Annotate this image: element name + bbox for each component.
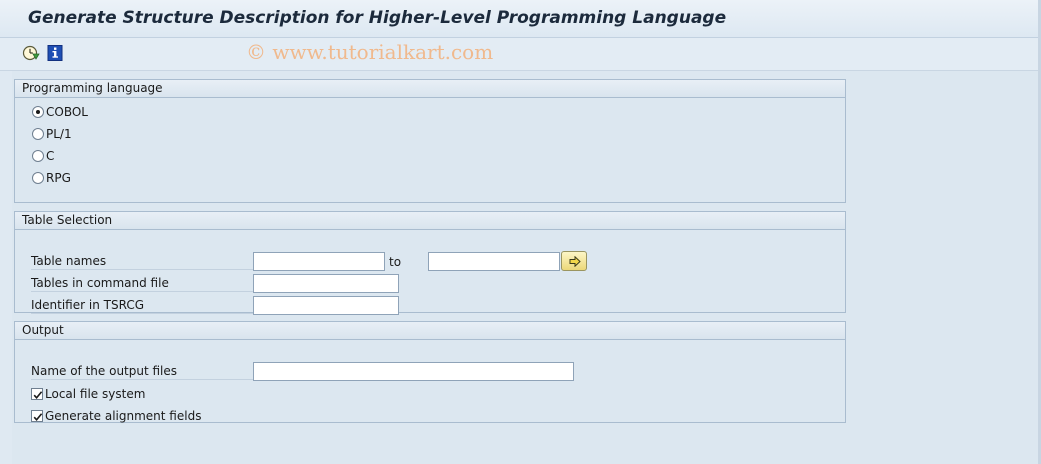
output-group: Output Name of the output files Local fi… xyxy=(14,321,846,423)
checkbox-checked[interactable] xyxy=(31,410,43,422)
local-file-system-checkbox[interactable]: Local file system xyxy=(31,385,145,403)
radio-c[interactable]: C xyxy=(32,147,54,165)
checkmark-icon xyxy=(33,413,43,422)
title-bar: Generate Structure Description for Highe… xyxy=(0,0,1041,38)
to-label: to xyxy=(389,255,402,269)
arrow-right-icon xyxy=(569,256,581,267)
radio-pl1[interactable]: PL/1 xyxy=(32,125,72,143)
output-files-input[interactable] xyxy=(253,362,574,381)
info-icon[interactable] xyxy=(46,44,64,62)
checkbox-label: Generate alignment fields xyxy=(45,409,202,423)
radio-label: PL/1 xyxy=(46,127,72,141)
table-selection-heading: Table Selection xyxy=(15,212,845,230)
execute-clock-icon[interactable] xyxy=(22,44,40,62)
radio-button[interactable] xyxy=(32,172,44,184)
page-title: Generate Structure Description for Highe… xyxy=(28,8,727,28)
application-toolbar: © www.tutorialkart.com xyxy=(0,38,1041,71)
watermark-text: © www.tutorialkart.com xyxy=(246,40,494,64)
generate-alignment-fields-checkbox[interactable]: Generate alignment fields xyxy=(31,407,201,425)
table-selection-group: Table Selection Table names to Tables in… xyxy=(14,211,846,315)
programming-language-heading: Programming language xyxy=(15,80,845,98)
command-file-label: Tables in command file xyxy=(31,274,253,292)
multiple-selection-button[interactable] xyxy=(561,251,587,271)
checkmark-icon xyxy=(33,391,43,400)
table-names-label: Table names xyxy=(31,252,253,270)
radio-button-selected[interactable] xyxy=(32,106,44,118)
output-files-label: Name of the output files xyxy=(31,362,253,380)
identifier-tsrcg-label: Identifier in TSRCG xyxy=(31,296,253,314)
checkbox-label: Local file system xyxy=(45,387,146,401)
radio-button[interactable] xyxy=(32,150,44,162)
command-file-input[interactable] xyxy=(253,274,399,293)
radio-label: RPG xyxy=(46,171,71,185)
identifier-tsrcg-input[interactable] xyxy=(253,296,399,315)
radio-button[interactable] xyxy=(32,128,44,140)
radio-cobol[interactable]: COBOL xyxy=(32,103,88,121)
checkbox-checked[interactable] xyxy=(31,388,43,400)
radio-label: C xyxy=(46,149,55,163)
output-heading: Output xyxy=(15,322,845,340)
table-names-to-input[interactable] xyxy=(428,252,560,271)
table-names-from-input[interactable] xyxy=(253,252,385,271)
programming-language-group: Programming language COBOL PL/1 C RPG xyxy=(14,79,846,203)
radio-rpg[interactable]: RPG xyxy=(32,169,71,187)
radio-label: COBOL xyxy=(46,105,88,119)
